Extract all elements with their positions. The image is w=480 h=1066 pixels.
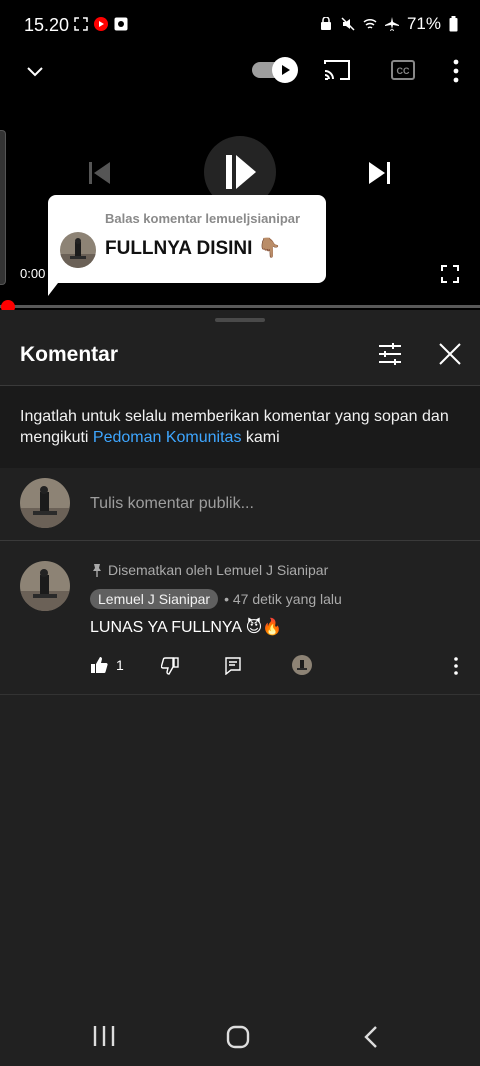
app-notification-icon xyxy=(114,17,128,31)
current-time: 0:00 xyxy=(20,266,46,281)
community-guidelines-link[interactable]: Pedoman Komunitas xyxy=(93,429,242,446)
battery-percent: 71% xyxy=(406,14,441,33)
avatar xyxy=(60,232,96,268)
next-icon[interactable] xyxy=(366,159,394,187)
panel-title: Komentar xyxy=(20,343,119,366)
comment-meta: Lemuel J Sianipar • 47 detik yang lalu xyxy=(90,589,342,609)
comment-input[interactable]: Tulis komentar publik... xyxy=(90,495,254,513)
pinned-text: Disematkan oleh Lemuel J Sianipar xyxy=(108,562,329,578)
battery-icon xyxy=(449,16,458,32)
more-vert-icon[interactable] xyxy=(448,58,464,84)
chevron-down-icon[interactable] xyxy=(24,60,46,82)
back-icon[interactable] xyxy=(362,1025,380,1049)
wifi-icon xyxy=(363,18,377,29)
airplane-mode-icon xyxy=(384,17,399,31)
reply-title: FULLNYA DISINI 👇🏽 xyxy=(105,238,282,259)
mute-icon xyxy=(341,17,355,31)
comment-actions: 1 xyxy=(90,654,470,680)
reply-subtitle: Balas komentar lemueljsianipar xyxy=(105,211,301,226)
reply-sticker[interactable]: Balas komentar lemueljsianipar FULLNYA D… xyxy=(48,195,326,283)
status-bar: 15.20 71% xyxy=(0,0,480,52)
reply-icon[interactable] xyxy=(225,657,241,675)
more-vert-icon[interactable] xyxy=(451,656,461,676)
comment-item: Disematkan oleh Lemuel J Sianipar Lemuel… xyxy=(0,541,480,695)
autoplay-toggle[interactable] xyxy=(252,57,298,83)
comment-text: LUNAS YA FULLNYA 😈🔥 xyxy=(90,619,283,636)
cast-icon[interactable] xyxy=(323,58,351,82)
like-button[interactable]: 1 xyxy=(90,656,124,674)
pin-icon xyxy=(93,564,101,577)
thumbs-up-icon xyxy=(91,657,108,673)
alarm-lock-icon xyxy=(320,17,331,30)
like-count: 1 xyxy=(116,657,124,673)
captions-icon[interactable]: CC xyxy=(390,59,416,81)
avatar xyxy=(20,478,70,528)
status-time: 15.20 xyxy=(24,15,70,35)
fullscreen-icon[interactable] xyxy=(440,264,460,284)
avatar[interactable] xyxy=(20,561,70,611)
close-icon[interactable] xyxy=(437,341,463,367)
recent-apps-icon[interactable] xyxy=(92,1025,116,1047)
comment-compose[interactable]: Tulis komentar publik... xyxy=(0,468,480,540)
home-icon[interactable] xyxy=(226,1025,250,1049)
creator-heart-avatar xyxy=(292,655,312,675)
author-name[interactable]: Lemuel J Sianipar xyxy=(90,589,219,609)
comment-time: • 47 detik yang lalu xyxy=(224,591,342,607)
drag-handle[interactable] xyxy=(215,318,265,322)
comments-panel: Komentar Ingatlah untuk selalu memberika… xyxy=(0,310,480,1066)
comment-divider xyxy=(0,694,480,695)
guideline-suffix: kami xyxy=(241,429,280,446)
status-notification-icons xyxy=(74,17,128,31)
svg-text:CC: CC xyxy=(397,66,410,76)
previous-icon[interactable] xyxy=(87,159,113,187)
play-icon xyxy=(272,57,298,83)
screenshot-icon xyxy=(74,17,88,31)
pinned-label: Disematkan oleh Lemuel J Sianipar xyxy=(92,562,328,578)
community-guidelines-notice: Ingatlah untuk selalu memberikan komenta… xyxy=(0,386,480,468)
play-icon xyxy=(226,155,256,189)
sort-filter-icon[interactable] xyxy=(377,341,403,367)
side-panel-handle[interactable] xyxy=(0,130,6,285)
progress-bar[interactable] xyxy=(0,305,480,308)
system-nav-bar xyxy=(0,1006,480,1066)
youtube-notification-icon xyxy=(94,17,108,31)
status-right-icons: 71% xyxy=(319,14,458,34)
thumbs-down-icon[interactable] xyxy=(161,657,179,675)
